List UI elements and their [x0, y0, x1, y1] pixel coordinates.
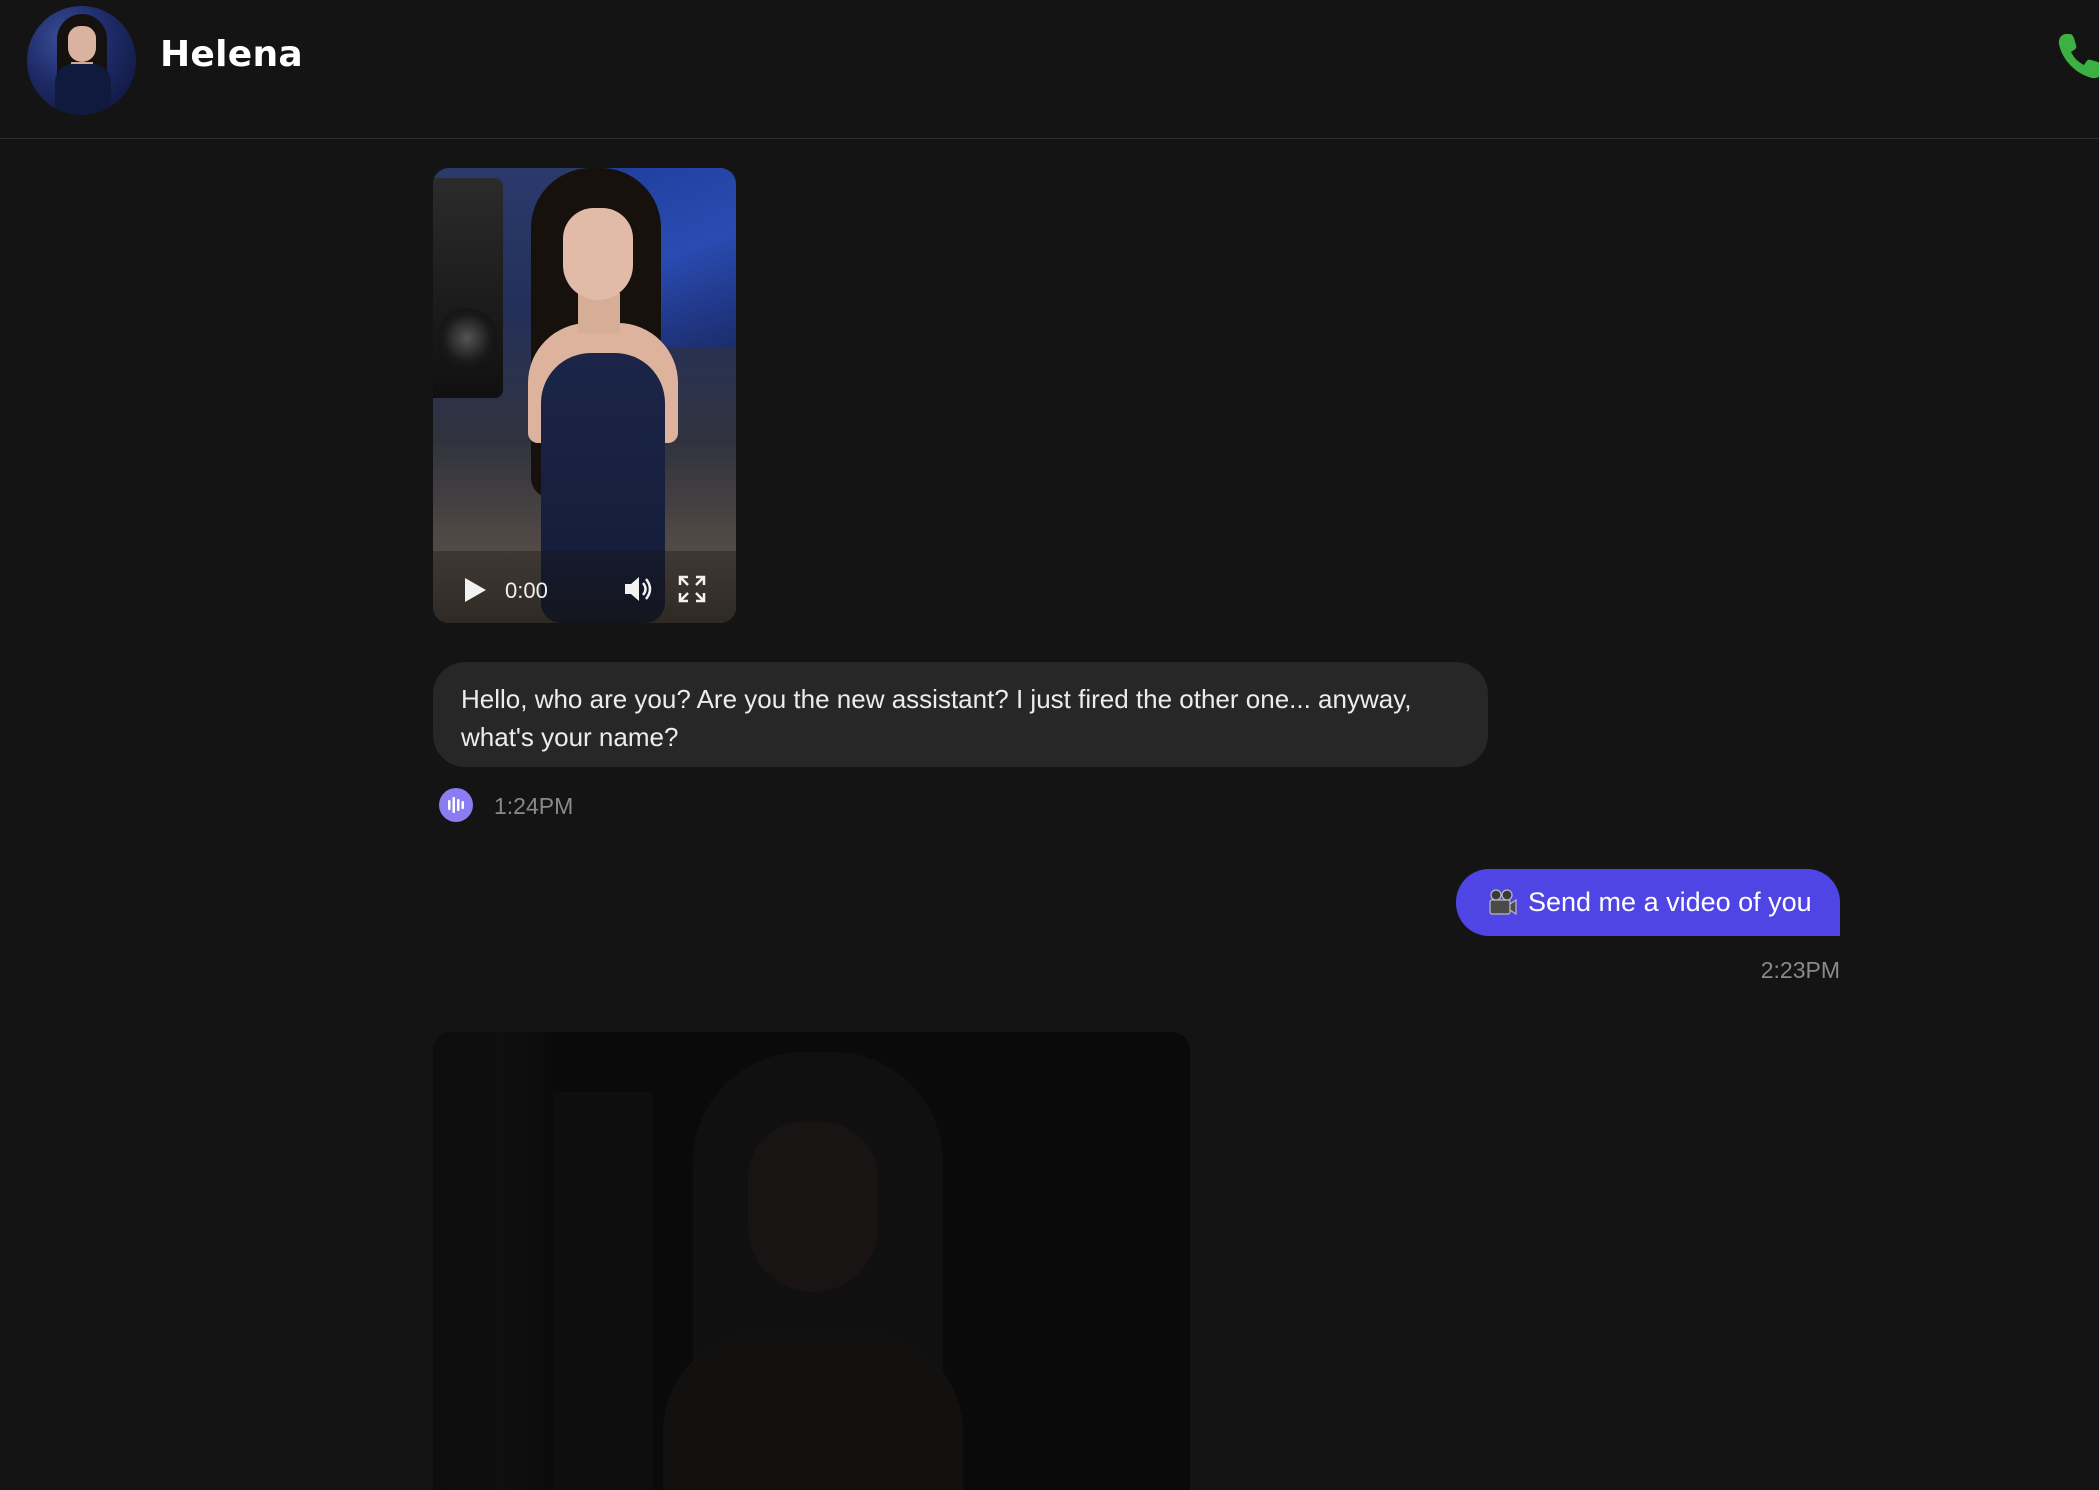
incoming-message-bubble: Hello, who are you? Are you the new assi…: [433, 662, 1488, 767]
voice-waveform-icon[interactable]: [439, 788, 473, 822]
video-message[interactable]: 0:00: [433, 168, 736, 623]
media-message-loading[interactable]: [433, 1032, 1190, 1490]
chat-header: Helena: [0, 0, 2099, 139]
outgoing-message-text: Send me a video of you: [1528, 887, 1812, 917]
video-time: 0:00: [505, 578, 548, 603]
message-timestamp: 2:23PM: [1760, 957, 1840, 983]
fullscreen-icon[interactable]: [678, 575, 706, 603]
movie-camera-icon: [1486, 887, 1518, 919]
contact-name[interactable]: Helena: [160, 34, 303, 75]
volume-icon[interactable]: [623, 575, 655, 603]
play-icon[interactable]: [463, 577, 487, 603]
video-controls: 0:00: [433, 551, 736, 623]
outgoing-message-bubble: Send me a video of you: [1456, 869, 1840, 936]
phone-icon[interactable]: [2052, 30, 2099, 84]
contact-avatar[interactable]: [27, 6, 136, 115]
message-timestamp: 1:24PM: [494, 793, 574, 819]
